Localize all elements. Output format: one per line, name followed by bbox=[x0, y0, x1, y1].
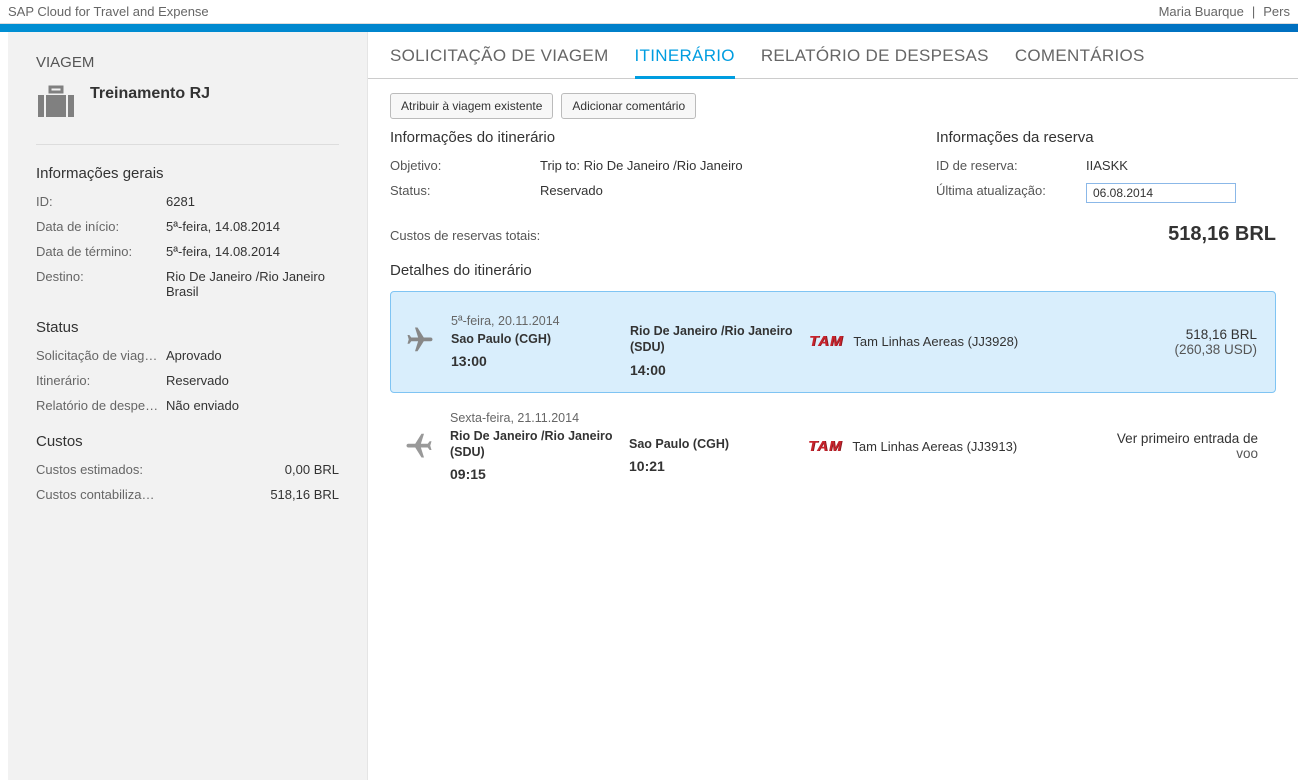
kv-row: Data de término:5ª-feira, 14.08.2014 bbox=[36, 244, 339, 259]
field-row: Status:Reservado bbox=[390, 183, 896, 198]
departure-time: 09:15 bbox=[450, 466, 615, 482]
add-comment-button[interactable]: Adicionar comentário bbox=[561, 93, 696, 119]
airline-name: Tam Linhas Aereas (JJ3928) bbox=[853, 334, 1018, 349]
kv-row: Itinerário:Reservado bbox=[36, 373, 339, 388]
status-list: Solicitação de viag…Aprovado Itinerário:… bbox=[36, 348, 339, 413]
arrival-time: 14:00 bbox=[630, 362, 795, 378]
airline-logo: TAM bbox=[808, 438, 842, 455]
arrival-time: 10:21 bbox=[629, 458, 794, 474]
app-title: SAP Cloud for Travel and Expense bbox=[8, 4, 209, 19]
last-update-field[interactable]: 06.08.2014 bbox=[1086, 183, 1236, 203]
kv-row: Data de início:5ª-feira, 14.08.2014 bbox=[36, 219, 339, 234]
tab-travel-request[interactable]: SOLICITAÇÃO DE VIAGEM bbox=[390, 46, 609, 78]
field-row: Última atualização: 06.08.2014 bbox=[936, 183, 1276, 203]
segment-price-alt: (260,38 USD) bbox=[1077, 342, 1257, 357]
airplane-icon bbox=[403, 325, 437, 358]
field-row: ID de reserva:IIASKK bbox=[936, 158, 1276, 173]
general-info-title: Informações gerais bbox=[36, 165, 339, 182]
departure-time: 13:00 bbox=[451, 353, 616, 369]
costs-list: Custos estimados:0,00 BRL Custos contabi… bbox=[36, 462, 339, 502]
total-cost-label: Custos de reservas totais: bbox=[390, 228, 540, 243]
topbar-divider: | bbox=[1252, 4, 1255, 19]
kv-row: Custos contabiliza…518,16 BRL bbox=[36, 487, 339, 502]
itinerary-details-title: Detalhes do itinerário bbox=[390, 262, 1276, 279]
kv-row: Relatório de despe…Não enviado bbox=[36, 398, 339, 413]
tab-expense-report[interactable]: RELATÓRIO DE DESPESAS bbox=[761, 46, 989, 78]
departure-location: Sao Paulo (CGH) bbox=[451, 331, 616, 347]
airline-logo: TAM bbox=[809, 333, 843, 350]
segment-date: 5ª-feira, 20.11.2014 bbox=[451, 314, 616, 328]
departure-location: Rio De Janeiro /Rio Janeiro (SDU) bbox=[450, 428, 615, 461]
assign-trip-button[interactable]: Atribuir à viagem existente bbox=[390, 93, 553, 119]
arrival-location: Rio De Janeiro /Rio Janeiro (SDU) bbox=[630, 323, 795, 356]
segment-date: Sexta-feira, 21.11.2014 bbox=[450, 411, 615, 425]
total-cost-value: 518,16 BRL bbox=[1168, 223, 1276, 246]
arrival-location: Sao Paulo (CGH) bbox=[629, 436, 794, 452]
main-content: SOLICITAÇÃO DE VIAGEM ITINERÁRIO RELATÓR… bbox=[368, 32, 1298, 780]
airplane-icon bbox=[402, 430, 436, 463]
reservation-info-title: Informações da reserva bbox=[936, 129, 1276, 146]
segment-price: 518,16 BRL bbox=[1077, 327, 1257, 342]
sidebar-heading: VIAGEM bbox=[36, 54, 339, 71]
topbar: SAP Cloud for Travel and Expense Maria B… bbox=[0, 0, 1298, 24]
flight-segment[interactable]: Sexta-feira, 21.11.2014 Rio De Janeiro /… bbox=[390, 397, 1276, 497]
kv-row: Custos estimados:0,00 BRL bbox=[36, 462, 339, 477]
segment-note-2: voo bbox=[1078, 446, 1258, 461]
suitcase-icon bbox=[36, 85, 76, 122]
toolbar: Atribuir à viagem existente Adicionar co… bbox=[368, 79, 1298, 129]
accent-bar bbox=[0, 24, 1298, 32]
sidebar: VIAGEM Treinamento RJ Informações gerais… bbox=[8, 32, 368, 780]
tab-comments[interactable]: COMENTÁRIOS bbox=[1015, 46, 1145, 78]
user-name[interactable]: Maria Buarque bbox=[1159, 4, 1244, 19]
general-info-list: ID:6281 Data de início:5ª-feira, 14.08.2… bbox=[36, 194, 339, 299]
kv-row: Solicitação de viag…Aprovado bbox=[36, 348, 339, 363]
kv-row: Destino:Rio De Janeiro /Rio Janeiro Bras… bbox=[36, 269, 339, 299]
airline-name: Tam Linhas Aereas (JJ3913) bbox=[852, 439, 1017, 454]
costs-title: Custos bbox=[36, 433, 339, 450]
tabs: SOLICITAÇÃO DE VIAGEM ITINERÁRIO RELATÓR… bbox=[368, 32, 1298, 79]
personalize-menu[interactable]: Pers bbox=[1263, 4, 1290, 19]
trip-name: Treinamento RJ bbox=[90, 85, 210, 103]
field-row: Objetivo:Trip to: Rio De Janeiro /Rio Ja… bbox=[390, 158, 896, 173]
kv-row: ID:6281 bbox=[36, 194, 339, 209]
status-title: Status bbox=[36, 319, 339, 336]
itinerary-info-title: Informações do itinerário bbox=[390, 129, 896, 146]
flight-segment[interactable]: 5ª-feira, 20.11.2014 Sao Paulo (CGH) 13:… bbox=[390, 291, 1276, 393]
segment-note: Ver primeiro entrada de bbox=[1078, 431, 1258, 446]
tab-itinerary[interactable]: ITINERÁRIO bbox=[635, 46, 735, 79]
